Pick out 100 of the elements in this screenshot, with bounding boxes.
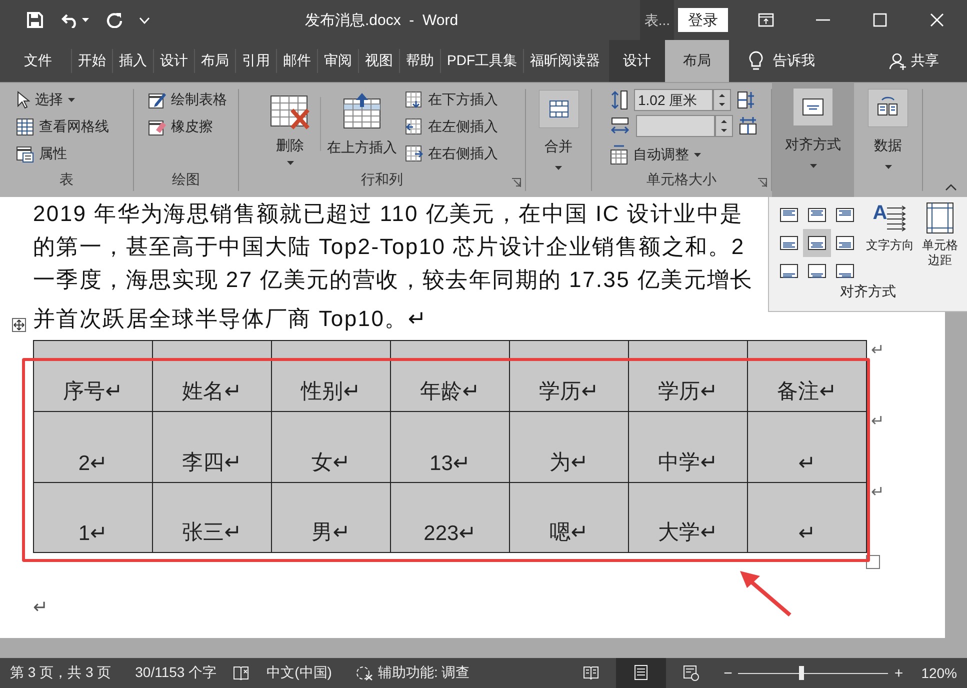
alignment-option-icon [780,264,798,278]
autofit-button[interactable]: 自动调整 [633,146,689,164]
view-gridlines-button[interactable]: 查看网格线 [39,118,109,136]
ribbon-tab[interactable]: PDF工具集 [440,49,523,73]
alignment-option-icon [836,264,854,278]
caret-icon [555,166,562,170]
caret-icon [82,18,89,22]
ribbon-tab[interactable]: 插入 [112,49,153,73]
row-end-mark: ↵ [871,484,884,501]
accessibility-status[interactable]: 辅助功能: 调查 [378,664,470,682]
cell-margins-button[interactable]: 单元格 边距 [921,201,959,285]
caret-icon [884,165,892,169]
group-label: 对齐方式 [839,283,897,301]
ribbon-tab[interactable]: 文件 [0,49,71,73]
insert-below-button[interactable]: 在下方插入 [428,91,498,109]
caret-icon [694,153,701,157]
zoom-in-button[interactable]: + [894,664,904,682]
merge-cells-icon [538,90,578,128]
dialog-launcher-icon[interactable] [758,178,767,187]
data-button[interactable]: 数据 [854,89,922,191]
ribbon-tab[interactable]: 引用 [235,49,276,73]
lightbulb-icon[interactable] [749,51,763,71]
zoom-slider-thumb[interactable] [799,666,804,680]
customize-caret-icon[interactable] [139,16,150,24]
ribbon-tab[interactable]: 帮助 [399,49,440,73]
table-cell: 为↵ [509,411,628,482]
ribbon-tab[interactable]: 设计 [609,40,665,82]
spinner-icon[interactable] [713,89,731,111]
alignment-option-icon [780,208,798,222]
table-cell: 大学↵ [628,482,747,553]
ribbon-tab[interactable]: 视图 [358,49,399,73]
text-direction-button[interactable]: A 文字方向 [863,201,917,285]
table-cell: 年龄↵ [390,340,509,411]
draw-table-button[interactable]: 绘制表格 [171,91,227,109]
data-icon [868,89,908,127]
word-count[interactable]: 30/1153 个字 [135,664,217,682]
save-icon[interactable] [27,12,43,28]
person-add-icon[interactable] [889,52,907,70]
body-text-line: 2019 年华为海思销售额就已超过 110 亿美元，在中国 IC 设计业中是 [33,200,744,228]
collapse-ribbon-icon[interactable] [945,184,957,191]
delete-button[interactable]: 删除 [266,89,314,171]
distribute-rows-icon[interactable] [737,90,755,110]
table-cell: ↵ [747,411,866,482]
share-button[interactable]: 共享 [911,52,939,70]
ribbon-tab[interactable]: 邮件 [276,49,317,73]
row-end-mark: ↵ [871,342,884,359]
alignment-button[interactable]: 对齐方式 [772,83,854,197]
zoom-out-button[interactable]: − [724,664,732,682]
dialog-launcher-icon[interactable] [512,178,521,187]
alignment-option-icon [808,208,826,222]
table-cell: 学历↵ [628,340,747,411]
paragraph-mark: ↵ [33,597,48,618]
read-mode-icon [582,665,599,681]
page-count[interactable]: 第 3 页，共 3 页 [10,664,112,682]
column-width-icon [610,117,630,135]
caret-icon [810,164,816,168]
undo-icon[interactable] [61,12,79,28]
table-cell: 女↵ [271,411,390,482]
caret-icon [286,161,294,165]
width-field[interactable] [636,115,715,137]
alignment-option-icon [780,236,798,250]
redo-icon[interactable] [106,12,122,28]
ribbon-tab[interactable]: 开始 [71,49,112,73]
ribbon-display-icon[interactable] [758,13,774,27]
merge-button[interactable]: 合并 [526,89,591,191]
accessibility-check-icon[interactable] [356,665,374,681]
table-move-handle-icon[interactable] [12,318,26,332]
body-text-line: 的第一，甚至高于中国大陆 Top2-Top10 芯片设计企业销售额之和。2 [33,233,745,261]
context-tab-label: 表... [640,0,674,40]
ribbon-tab[interactable]: 布局 [194,49,235,73]
height-field[interactable]: 1.02 厘米 [634,89,713,111]
alignment-option-icon [808,264,826,278]
insert-right-button[interactable]: 在右侧插入 [428,145,498,163]
ribbon-tab[interactable]: 布局 [665,40,729,82]
distribute-columns-icon[interactable] [739,116,757,136]
cell-alignment-button[interactable] [803,229,831,257]
maximize-icon[interactable] [873,13,887,27]
insert-left-button[interactable]: 在左侧插入 [428,118,498,136]
insert-above-button[interactable]: 在上方插入 [327,89,397,171]
insert-left-icon [405,118,423,136]
select-button[interactable]: 选择 [35,91,63,109]
zoom-level[interactable]: 120% [921,665,957,681]
ribbon-tab[interactable]: 审阅 [317,49,358,73]
web-layout-icon [682,665,699,681]
cell-margins-icon [926,202,954,234]
properties-button[interactable]: 属性 [39,145,67,163]
pencil-table-icon [148,91,166,109]
insert-below-icon [405,91,423,109]
print-layout-icon-button[interactable] [616,658,666,688]
language-indicator[interactable]: 中文(中国) [266,664,332,682]
close-icon[interactable] [930,13,944,27]
sign-in-button[interactable]: 登录 [678,8,728,32]
eraser-button[interactable]: 橡皮擦 [171,118,213,136]
grid-icon [16,118,34,136]
spinner-icon[interactable] [715,115,733,137]
ribbon-tab[interactable]: 福昕阅读器 [523,49,606,73]
tell-me-link[interactable]: 告诉我 [773,52,815,70]
proofing-book-icon[interactable] [232,666,249,680]
alignment-option-icon [836,236,854,250]
ribbon-tab[interactable]: 设计 [153,49,194,73]
